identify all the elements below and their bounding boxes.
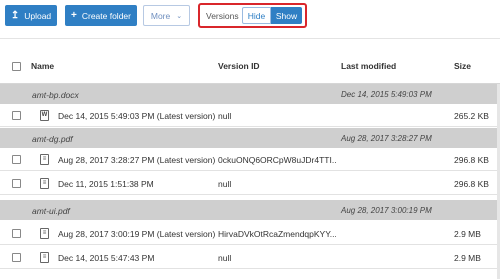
- row-checkbox[interactable]: [12, 253, 21, 262]
- version-id: null: [218, 253, 232, 263]
- more-label: More: [150, 10, 171, 21]
- pdf-doc-icon: ≡: [40, 228, 49, 239]
- version-row[interactable]: ≡ Aug 28, 2017 3:00:19 PM (Latest versio…: [0, 222, 500, 245]
- column-header-version-id[interactable]: Version ID: [218, 61, 260, 71]
- versions-toggle-group: Versions Hide Show: [198, 3, 307, 28]
- column-header-size[interactable]: Size: [454, 61, 471, 71]
- version-name[interactable]: Aug 28, 2017 3:00:19 PM (Latest version): [58, 229, 215, 239]
- version-id: null: [218, 179, 232, 189]
- show-versions-button[interactable]: Show: [271, 7, 302, 24]
- version-row[interactable]: W Dec 14, 2015 5:49:03 PM (Latest versio…: [0, 104, 500, 127]
- toolbar-divider: [0, 38, 500, 39]
- version-name[interactable]: Dec 11, 2015 1:51:38 PM: [58, 179, 154, 189]
- group-last-modified: Dec 14, 2015 5:49:03 PM: [341, 90, 432, 99]
- version-size: 2.9 MB: [454, 229, 481, 239]
- version-id: null: [218, 111, 232, 121]
- version-size: 265.2 KB: [454, 111, 489, 121]
- create-folder-label: Create folder: [81, 10, 131, 21]
- group-row[interactable]: amt-bp.docx Dec 14, 2015 5:49:03 PM: [0, 84, 500, 104]
- row-checkbox[interactable]: [12, 155, 21, 164]
- group-file-name: amt-dg.pdf: [32, 134, 73, 144]
- version-name[interactable]: Dec 14, 2015 5:47:43 PM: [58, 253, 154, 263]
- version-name[interactable]: Aug 28, 2017 3:28:27 PM (Latest version): [58, 155, 215, 165]
- row-checkbox[interactable]: [12, 111, 21, 120]
- more-dropdown-button[interactable]: More ⌄: [143, 5, 190, 26]
- select-all-checkbox[interactable]: [12, 62, 21, 71]
- pdf-doc-icon: ≡: [40, 154, 49, 165]
- upload-button[interactable]: ↥ Upload: [5, 5, 57, 26]
- group-last-modified: Aug 28, 2017 3:00:19 PM: [341, 206, 432, 215]
- row-checkbox[interactable]: [12, 229, 21, 238]
- chevron-down-icon: ⌄: [176, 12, 183, 20]
- upload-icon: ↥: [10, 9, 20, 21]
- version-size: 2.9 MB: [454, 253, 481, 263]
- version-size: 296.8 KB: [454, 155, 489, 165]
- version-row[interactable]: ≡ Dec 11, 2015 1:51:38 PM null 296.8 KB: [0, 172, 500, 195]
- group-row[interactable]: amt-ui.pdf Aug 28, 2017 3:00:19 PM: [0, 200, 500, 220]
- group-last-modified: Aug 28, 2017 3:28:27 PM: [341, 134, 432, 143]
- row-checkbox[interactable]: [12, 179, 21, 188]
- word-doc-icon: W: [40, 110, 49, 121]
- version-name[interactable]: Dec 14, 2015 5:49:03 PM (Latest version): [58, 111, 215, 121]
- version-id: 0ckuONQ6ORCpW8uJDr4TTI...: [218, 155, 336, 165]
- pdf-doc-icon: ≡: [40, 252, 49, 263]
- upload-label: Upload: [24, 10, 52, 21]
- version-row[interactable]: ≡ Dec 14, 2015 5:47:43 PM null 2.9 MB: [0, 246, 500, 269]
- column-header-name[interactable]: Name: [31, 61, 54, 71]
- group-file-name: amt-ui.pdf: [32, 206, 70, 216]
- versions-label: Versions: [206, 11, 239, 21]
- create-folder-button[interactable]: + Create folder: [65, 5, 137, 26]
- hide-versions-button[interactable]: Hide: [242, 7, 271, 24]
- column-header-last-modified[interactable]: Last modified: [341, 61, 396, 71]
- pdf-doc-icon: ≡: [40, 178, 49, 189]
- version-row[interactable]: ≡ Aug 28, 2017 3:28:27 PM (Latest versio…: [0, 148, 500, 171]
- group-row[interactable]: amt-dg.pdf Aug 28, 2017 3:28:27 PM: [0, 128, 500, 148]
- version-size: 296.8 KB: [454, 179, 489, 189]
- group-file-name: amt-bp.docx: [32, 90, 79, 100]
- plus-icon: +: [71, 9, 77, 21]
- version-id: HirvaDVkOtRcaZmendqpKYY...: [218, 229, 336, 239]
